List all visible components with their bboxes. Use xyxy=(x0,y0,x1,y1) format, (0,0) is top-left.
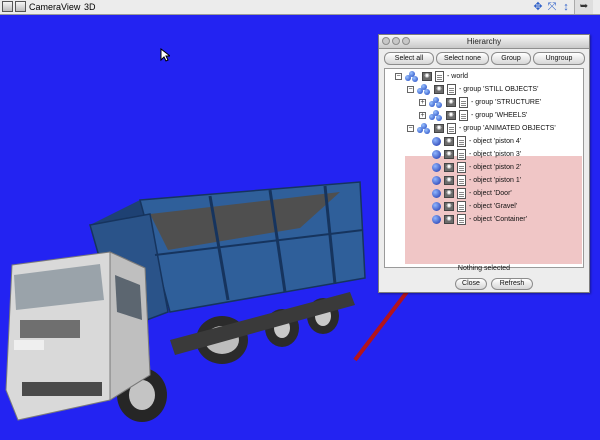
tree-row-label: - group 'STRUCTURE' xyxy=(471,99,541,106)
properties-doc-icon[interactable] xyxy=(459,110,468,121)
tree-row-container[interactable]: ◉ - object 'Container' xyxy=(385,213,581,226)
visibility-eye-icon[interactable]: ◉ xyxy=(444,137,454,146)
refresh-button[interactable]: Refresh xyxy=(491,278,533,290)
hierarchy-window: Hierarchy Select all Select none Group U… xyxy=(378,34,590,293)
object-sphere-icon xyxy=(432,189,441,198)
tree-row-piston-3[interactable]: ◉ - object 'piston 3' xyxy=(385,148,581,161)
visibility-eye-icon[interactable]: ◉ xyxy=(434,85,444,94)
select-all-button[interactable]: Select all xyxy=(384,52,434,65)
tree-row-label: - object 'piston 3' xyxy=(469,151,522,158)
move-icon[interactable]: ✥ xyxy=(532,1,544,13)
menu-3d[interactable]: 3D xyxy=(84,1,96,13)
tree-row-wheels[interactable]: + ◉ - group 'WHEELS' xyxy=(385,109,581,122)
group-icon xyxy=(429,97,443,108)
tree-row-label: - object 'Door' xyxy=(469,190,512,197)
group-icon xyxy=(405,71,419,82)
hierarchy-toolbar: Select all Select none Group Ungroup xyxy=(379,49,589,67)
hierarchy-tree[interactable]: − ◉ - world − ◉ - group 'STILL OBJECTS' … xyxy=(384,68,584,268)
tree-row-structure[interactable]: + ◉ - group 'STRUCTURE' xyxy=(385,96,581,109)
mouse-cursor-icon xyxy=(160,48,170,62)
tree-row-label: - group 'ANIMATED OBJECTS' xyxy=(459,125,556,132)
properties-doc-icon[interactable] xyxy=(457,162,466,173)
visibility-eye-icon[interactable]: ◉ xyxy=(444,163,454,172)
properties-doc-icon[interactable] xyxy=(457,201,466,212)
tree-row-label: - object 'piston 1' xyxy=(469,177,522,184)
object-sphere-icon xyxy=(432,176,441,185)
properties-doc-icon[interactable] xyxy=(457,136,466,147)
tree-row-gravel[interactable]: ◉ - object 'Gravel' xyxy=(385,200,581,213)
app-icon[interactable] xyxy=(2,1,13,12)
group-icon xyxy=(417,123,431,134)
object-sphere-icon xyxy=(432,150,441,159)
tree-row-label: - object 'piston 2' xyxy=(469,164,522,171)
visibility-eye-icon[interactable]: ◉ xyxy=(444,202,454,211)
tree-row-world[interactable]: − ◉ - world xyxy=(385,70,581,83)
properties-doc-icon[interactable] xyxy=(457,214,466,225)
expand-icon[interactable]: + xyxy=(419,112,426,119)
window-titlebar[interactable]: Hierarchy xyxy=(379,35,589,49)
properties-doc-icon[interactable] xyxy=(435,71,444,82)
tree-row-label: - object 'Container' xyxy=(469,216,527,223)
window-title: Hierarchy xyxy=(466,37,502,46)
properties-doc-icon[interactable] xyxy=(447,123,456,134)
close-button[interactable]: Close xyxy=(455,278,487,290)
visibility-eye-icon[interactable]: ◉ xyxy=(444,176,454,185)
properties-doc-icon[interactable] xyxy=(457,188,466,199)
tree-row-piston-1[interactable]: ◉ - object 'piston 1' xyxy=(385,174,581,187)
app-menu-icon[interactable] xyxy=(15,1,26,12)
tree-row-still-objects[interactable]: − ◉ - group 'STILL OBJECTS' xyxy=(385,83,581,96)
tree-row-label: - object 'piston 4' xyxy=(469,138,522,145)
visibility-eye-icon[interactable]: ◉ xyxy=(444,150,454,159)
properties-doc-icon[interactable] xyxy=(457,175,466,186)
tree-row-piston-4[interactable]: ◉ - object 'piston 4' xyxy=(385,135,581,148)
object-sphere-icon xyxy=(432,215,441,224)
visibility-eye-icon[interactable]: ◉ xyxy=(444,215,454,224)
collapse-icon[interactable]: − xyxy=(407,125,414,132)
object-sphere-icon xyxy=(432,137,441,146)
tree-row-label: - object 'Gravel' xyxy=(469,203,518,210)
visibility-eye-icon[interactable]: ◉ xyxy=(434,124,444,133)
tree-row-animated-objects[interactable]: − ◉ - group 'ANIMATED OBJECTS' xyxy=(385,122,581,135)
object-sphere-icon xyxy=(432,163,441,172)
collapse-icon[interactable]: − xyxy=(407,86,414,93)
expand-icon[interactable]: + xyxy=(419,99,426,106)
selection-status: Nothing selected xyxy=(457,265,511,272)
collapse-icon[interactable]: − xyxy=(395,73,402,80)
menu-camera[interactable]: Camera xyxy=(29,1,61,13)
visibility-eye-icon[interactable]: ◉ xyxy=(446,111,456,120)
visibility-eye-icon[interactable]: ◉ xyxy=(422,72,432,81)
visibility-eye-icon[interactable]: ◉ xyxy=(444,189,454,198)
pointer-icon: ➥ xyxy=(579,1,589,12)
tree-row-label: - world xyxy=(447,73,469,80)
group-icon xyxy=(417,84,431,95)
pointer-button[interactable]: ➥ xyxy=(574,0,593,14)
menu-view[interactable]: View xyxy=(61,1,80,13)
menubar: Camera View 3D ✥ ⤧ ↕ ➥ xyxy=(0,0,600,15)
visibility-eye-icon[interactable]: ◉ xyxy=(446,98,456,107)
properties-doc-icon[interactable] xyxy=(457,149,466,160)
tree-row-label: - group 'WHEELS' xyxy=(471,112,528,119)
group-icon xyxy=(429,110,443,121)
tree-row-door[interactable]: ◉ - object 'Door' xyxy=(385,187,581,200)
scale-icon[interactable]: ↕ xyxy=(560,1,572,13)
properties-doc-icon[interactable] xyxy=(459,97,468,108)
tree-row-label: - group 'STILL OBJECTS' xyxy=(459,86,539,93)
tree-row-piston-2[interactable]: ◉ - object 'piston 2' xyxy=(385,161,581,174)
object-sphere-icon xyxy=(432,202,441,211)
select-none-button[interactable]: Select none xyxy=(436,52,489,65)
properties-doc-icon[interactable] xyxy=(447,84,456,95)
ungroup-button[interactable]: Ungroup xyxy=(533,52,585,65)
group-button[interactable]: Group xyxy=(491,52,531,65)
rotate-icon[interactable]: ⤧ xyxy=(546,1,558,13)
